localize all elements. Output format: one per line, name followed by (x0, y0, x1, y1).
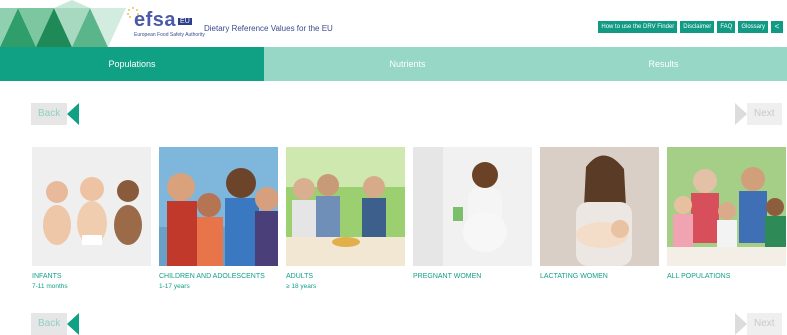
header: efsa EU European Food Safety Authority Di… (0, 0, 787, 48)
step-populations[interactable]: Populations (0, 47, 264, 81)
all-populations-photo (667, 147, 786, 266)
faq-button[interactable]: FAQ (717, 21, 736, 33)
population-label: INFANTS (32, 273, 62, 280)
app-title: Dietary Reference Values for the EU (204, 24, 333, 33)
children-photo (159, 147, 278, 266)
population-label: ALL POPULATIONS (667, 273, 731, 280)
population-label: PREGNANT WOMEN (413, 273, 482, 280)
disclaimer-button[interactable]: Disclaimer (680, 21, 715, 33)
step-bar: Populations Nutrients Results (0, 47, 787, 81)
logo-badge: EU (178, 18, 192, 26)
pregnant-photo (413, 147, 532, 266)
next-button-top[interactable]: Next (735, 103, 782, 125)
population-label: LACTATING WOMEN (540, 273, 608, 280)
share-button[interactable]: < (771, 21, 783, 33)
population-tile-all[interactable]: ALL POPULATIONS (667, 147, 786, 280)
back-arrow-icon (67, 103, 80, 125)
population-label: ADULTS (286, 273, 314, 280)
share-icon: < (774, 22, 780, 31)
next-button-bottom[interactable]: Next (735, 313, 782, 335)
stars-icon (127, 7, 139, 18)
population-tile-adults[interactable]: ADULTS ≥ 18 years (286, 147, 405, 290)
how-to-use-button[interactable]: How to use the DRV Finder (598, 21, 678, 33)
logo-subtitle: European Food Safety Authority (134, 32, 205, 38)
population-age: 7-11 months (32, 283, 68, 290)
efsa-logo[interactable]: efsa EU European Food Safety Authority (127, 7, 205, 38)
next-label: Next (747, 103, 782, 125)
population-tile-lactating[interactable]: LACTATING WOMEN (540, 147, 659, 280)
next-label: Next (747, 313, 782, 335)
back-button-top[interactable]: Back (31, 103, 80, 125)
back-label: Back (31, 103, 68, 125)
triangle-pattern-logo (0, 0, 126, 47)
back-label: Back (31, 313, 68, 335)
infants-photo (32, 147, 151, 266)
back-arrow-icon (67, 313, 80, 335)
glossary-button[interactable]: Glossary (738, 21, 768, 33)
population-tile-infants[interactable]: INFANTS 7-11 months (32, 147, 151, 290)
population-tile-children[interactable]: CHILDREN AND ADOLESCENTS 1-17 years (159, 147, 278, 290)
population-age: 1-17 years (159, 283, 190, 290)
next-arrow-icon (735, 103, 747, 125)
adults-photo (286, 147, 405, 266)
next-arrow-icon (735, 313, 747, 335)
top-navigation: How to use the DRV Finder Disclaimer FAQ… (598, 21, 783, 33)
step-nutrients[interactable]: Nutrients (285, 47, 530, 81)
logo-text: efsa (134, 9, 177, 31)
back-button-bottom[interactable]: Back (31, 313, 80, 335)
step-results[interactable]: Results (540, 47, 787, 81)
population-tile-pregnant[interactable]: PREGNANT WOMEN (413, 147, 532, 280)
population-age: ≥ 18 years (286, 283, 317, 290)
population-label: CHILDREN AND ADOLESCENTS (159, 273, 265, 280)
lactating-photo (540, 147, 659, 266)
